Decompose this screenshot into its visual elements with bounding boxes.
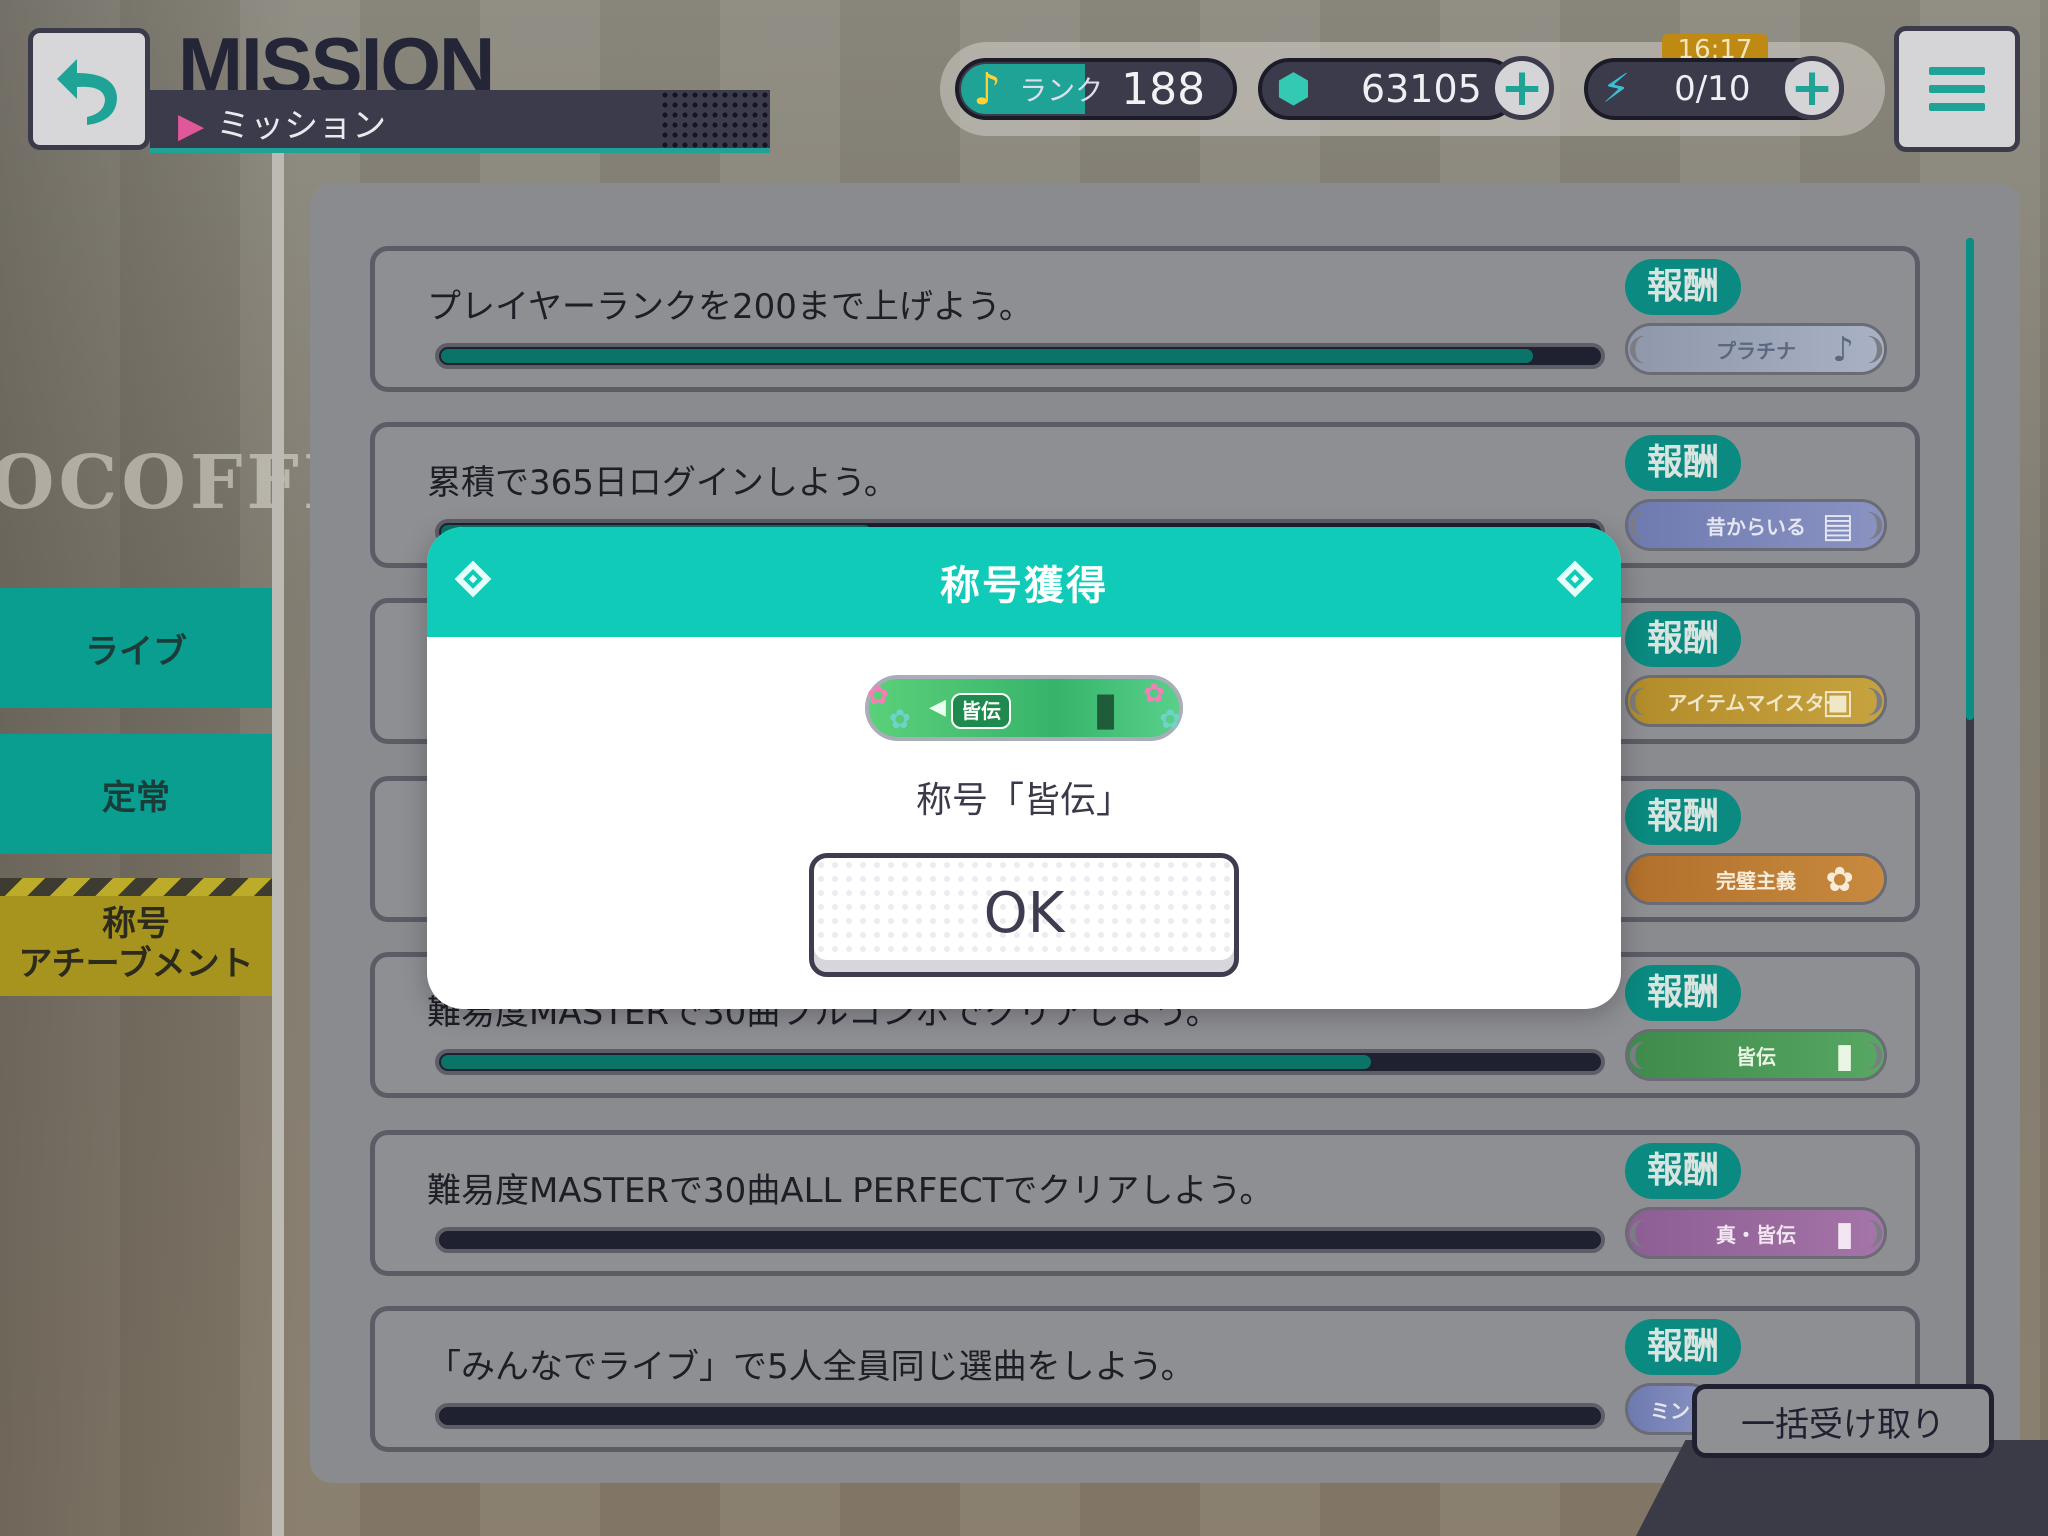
award-name: 称号「皆伝」: [915, 780, 1132, 821]
diamond-icon: [1556, 560, 1594, 598]
title-acquired-dialog: 称号獲得 ✿ ✿ ◀ 皆伝 ▮ ✿ ✿ 称号「皆伝」 OK: [427, 527, 1621, 1009]
dialog-header: 称号獲得: [427, 527, 1621, 637]
ok-button[interactable]: OK: [809, 853, 1239, 977]
flower-icon: ✿: [889, 705, 911, 735]
bottle-icon: ▮: [1093, 681, 1119, 735]
flower-icon: ✿: [1159, 705, 1181, 735]
ok-label: OK: [983, 880, 1065, 946]
dialog-title: 称号獲得: [940, 563, 1108, 609]
diamond-icon: [454, 560, 492, 598]
arrow-icon: ◀: [929, 695, 946, 720]
flower-icon: ✿: [867, 681, 889, 711]
title-plate: ✿ ✿ ◀ 皆伝 ▮ ✿ ✿: [865, 675, 1183, 741]
title-plate-text: 皆伝: [951, 693, 1011, 729]
